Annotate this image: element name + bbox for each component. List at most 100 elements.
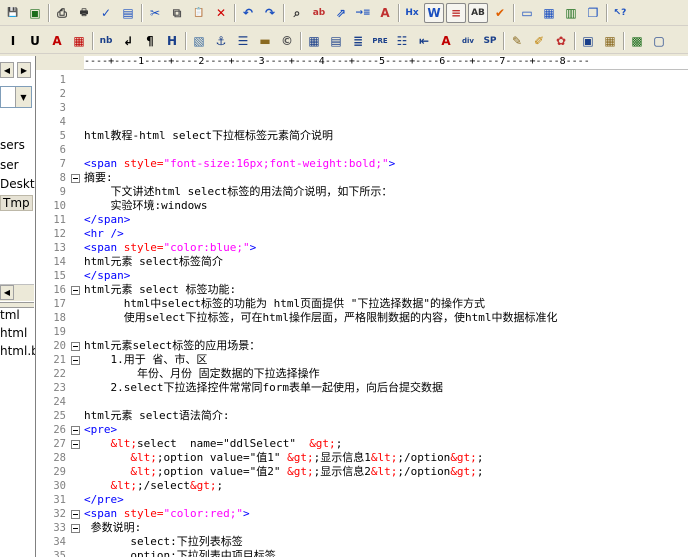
copyright-button[interactable]: ©	[277, 31, 297, 51]
span-button[interactable]: SP	[480, 31, 500, 51]
file-item[interactable]: html	[0, 326, 27, 340]
redo-button[interactable]: ↷	[260, 3, 280, 23]
code-line[interactable]: 11 </span>	[36, 213, 688, 227]
code-line[interactable]: 1	[36, 73, 688, 87]
code-line[interactable]: 5 html教程-html select下拉框标签元素简介说明	[36, 129, 688, 143]
div-button[interactable]: div	[458, 31, 478, 51]
grid-button[interactable]: ▦	[600, 31, 620, 51]
font-size-button[interactable]: A	[375, 3, 395, 23]
replace-button[interactable]: ab	[309, 3, 329, 23]
font-color-button[interactable]: A	[47, 31, 67, 51]
code-line[interactable]: 30 &lt;;/select&gt;;	[36, 479, 688, 493]
anchor-button[interactable]: ⚓	[211, 31, 231, 51]
view-button[interactable]: ▢	[649, 31, 669, 51]
code-line[interactable]: 26 <pre>	[36, 423, 688, 437]
paste-button[interactable]: 📋	[189, 3, 209, 23]
directory-button[interactable]: ▦	[539, 3, 559, 23]
code-line[interactable]: 10 实验环境:windows	[36, 199, 688, 213]
code-line[interactable]: 15 </span>	[36, 269, 688, 283]
line-break-button[interactable]: ↲	[118, 31, 138, 51]
highlight-button[interactable]: ✐	[529, 31, 549, 51]
spell-abcd-button[interactable]: AB	[468, 3, 488, 23]
panel-scroll-right-arrow[interactable]: ▶	[17, 62, 31, 78]
code-line[interactable]: 32 <span style="color:red;">	[36, 507, 688, 521]
paragraph-button[interactable]: ¶	[140, 31, 160, 51]
list-button[interactable]: ☷	[392, 31, 412, 51]
folder-item[interactable]: ser	[0, 158, 19, 172]
color-grid-button[interactable]: ▦	[69, 31, 89, 51]
code-line[interactable]: 21 1.用于 省、市、区	[36, 353, 688, 367]
scroll-left-arrow-icon[interactable]: ◀	[0, 285, 14, 300]
print-preview-button[interactable]: ⎙	[52, 3, 72, 23]
line-wrap-button[interactable]: ≡	[446, 3, 466, 23]
code-line[interactable]: 34 select:下拉列表标签	[36, 535, 688, 549]
print-button[interactable]: 🖶	[74, 3, 94, 23]
html-toggle-button[interactable]: Hx	[402, 3, 422, 23]
cut-button[interactable]: ✂	[145, 3, 165, 23]
file-item[interactable]: html.b	[0, 344, 35, 358]
table-button[interactable]: ▦	[304, 31, 324, 51]
find-in-files-button[interactable]: ▤	[118, 3, 138, 23]
code-line[interactable]: 6	[36, 143, 688, 157]
frame-button[interactable]: ▣	[578, 31, 598, 51]
code-line[interactable]: 23 2.select下拉选择控件常常同form表单一起使用，向后台提交数据	[36, 381, 688, 395]
fold-toggle-icon[interactable]	[71, 440, 80, 449]
folder-item[interactable]: sers	[0, 138, 25, 152]
code-line[interactable]: 31 </pre>	[36, 493, 688, 507]
outdent-button[interactable]: ⇤	[414, 31, 434, 51]
goto-button[interactable]: ⇗	[331, 3, 351, 23]
code-line[interactable]: 18 使用select下拉标签，可在html操作层面，严格限制数据的内容，使ht…	[36, 311, 688, 325]
file-item[interactable]: tml	[0, 308, 20, 322]
code-line[interactable]: 12 <hr />	[36, 227, 688, 241]
center-button[interactable]: ≣	[348, 31, 368, 51]
copy-button[interactable]: ⧉	[167, 3, 187, 23]
nbsp-button[interactable]: nb	[96, 31, 116, 51]
clip-library-button[interactable]: ▥	[561, 3, 581, 23]
align-left-button[interactable]: ☰	[233, 31, 253, 51]
folder-item-selected[interactable]: Tmp	[0, 195, 33, 211]
insert-line-button[interactable]: →≡	[353, 3, 373, 23]
fold-toggle-icon[interactable]	[71, 524, 80, 533]
underline-button[interactable]: U	[25, 31, 45, 51]
drive-select[interactable]: ▼	[0, 86, 32, 108]
panel-scroll-left-arrow[interactable]: ◀	[0, 62, 14, 78]
code-line[interactable]: 16 html元素 select 标签功能:	[36, 283, 688, 297]
window-button[interactable]: ❐	[583, 3, 603, 23]
code-line[interactable]: 2	[36, 87, 688, 101]
fold-toggle-icon[interactable]	[71, 174, 80, 183]
code-line[interactable]: 35 option:下拉列表中项目标签	[36, 549, 688, 557]
code-line[interactable]: 29 &lt;;option value="值2" &gt;;显示信息2&lt;…	[36, 465, 688, 479]
font-tag-button[interactable]: A	[436, 31, 456, 51]
color-picker-button[interactable]: ▩	[627, 31, 647, 51]
fold-toggle-icon[interactable]	[71, 510, 80, 519]
form-button[interactable]: ▤	[326, 31, 346, 51]
code-line[interactable]: 22 年份、月份 固定数据的下拉选择操作	[36, 367, 688, 381]
horizontal-rule-button[interactable]: ▬	[255, 31, 275, 51]
chevron-down-icon[interactable]: ▼	[15, 87, 31, 107]
panel-horizontal-scrollbar[interactable]: ◀	[0, 284, 34, 301]
folder-item[interactable]: Deskt	[0, 177, 35, 191]
code-line[interactable]: 19	[36, 325, 688, 339]
fold-toggle-icon[interactable]	[71, 342, 80, 351]
code-line[interactable]: 17 html中select标签的功能为 html页面提供 "下拉选择数据"的操…	[36, 297, 688, 311]
check-button[interactable]: ✔	[490, 3, 510, 23]
find-button[interactable]: ⌕	[287, 3, 307, 23]
fold-toggle-icon[interactable]	[71, 356, 80, 365]
code-line[interactable]: 25 html元素 select语法简介:	[36, 409, 688, 423]
code-line[interactable]: 7 <span style="font-size:16px;font-weight…	[36, 157, 688, 171]
file-list-button[interactable]: ▭	[517, 3, 537, 23]
code-line[interactable]: 13 <span style="color:blue;">	[36, 241, 688, 255]
heading-button[interactable]: H	[162, 31, 182, 51]
code-line[interactable]: 20 html元素select标签的应用场景：	[36, 339, 688, 353]
code-line[interactable]: 27 &lt;select name="ddlSelect" &gt;;	[36, 437, 688, 451]
fold-toggle-icon[interactable]	[71, 426, 80, 435]
code-editor[interactable]: 1 2 3 4 5 html教程-html select下拉框标签元素简介说明 6 7 <spa…	[36, 70, 688, 557]
save-all-button[interactable]: ▣	[25, 3, 45, 23]
edit-button[interactable]: ✎	[507, 31, 527, 51]
code-line[interactable]: 9 下文讲述html select标签的用法简介说明，如下所示：	[36, 185, 688, 199]
pre-button[interactable]: PRE	[370, 31, 390, 51]
italic-button[interactable]: I	[3, 31, 23, 51]
fold-toggle-icon[interactable]	[71, 286, 80, 295]
word-wrap-button[interactable]: W	[424, 3, 444, 23]
palette-button[interactable]: ✿	[551, 31, 571, 51]
